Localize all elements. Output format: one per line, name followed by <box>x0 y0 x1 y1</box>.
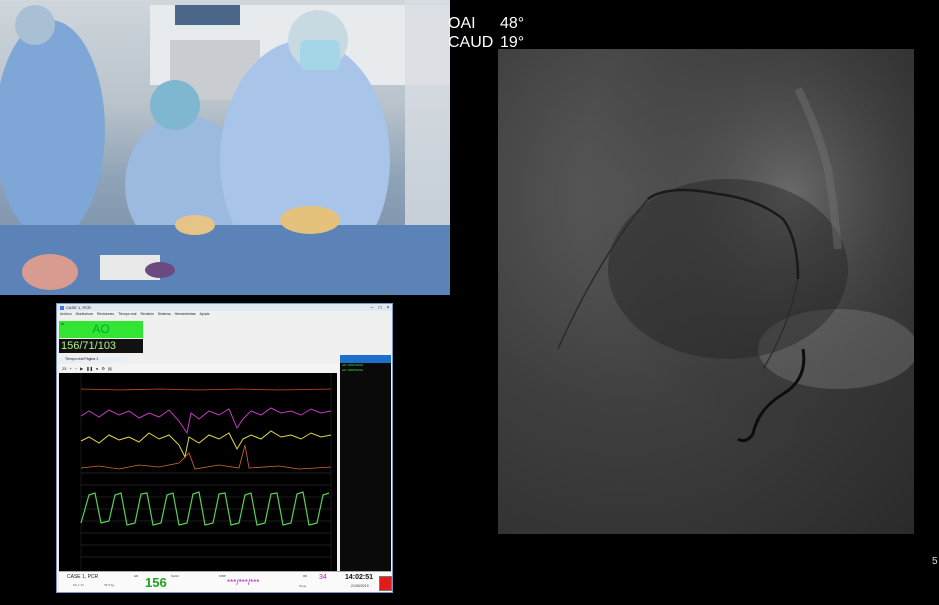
maximize-icon[interactable]: □ <box>376 305 384 311</box>
angle-value: 48° <box>500 15 525 32</box>
operating-room-scene <box>0 0 450 295</box>
patient-weight: 75.0 Kg <box>104 583 115 587</box>
blood-pressure-readout: 156/71/103 <box>59 339 143 353</box>
angle-row-oai: OAI 48° <box>448 14 524 33</box>
ao-label: AO <box>92 322 110 336</box>
settings-icon[interactable]: ⚙ <box>101 366 105 371</box>
rr-label: RR <box>303 574 308 578</box>
channel-summary-panel: AO: 156/71/103 AO: 156/70/102 <box>340 355 391 571</box>
case-name: CASE 1, PCR <box>67 574 99 580</box>
nibp-label: NIBP <box>219 574 227 578</box>
angiogram-scene <box>498 49 914 534</box>
clock-time: 14:02:51 <box>345 574 374 581</box>
menu-item[interactable]: Herramientas <box>175 312 196 316</box>
menu-bar: Archivo Monitorizar Revisiones Tiempo re… <box>57 311 392 317</box>
menu-item[interactable]: Revisión <box>140 312 153 316</box>
record-icon[interactable]: ● <box>96 366 98 371</box>
ao-pressure-tile[interactable]: P1 AO <box>59 321 143 338</box>
waveform-svg <box>80 373 332 571</box>
hr-label: HR <box>134 574 139 578</box>
angle-label: OAI <box>448 15 476 32</box>
spo2-label: SpO2 <box>171 574 179 578</box>
menu-item[interactable]: Tiempo real <box>118 312 136 316</box>
tab-realtime-page[interactable]: Tiempo real Página 1 <box>59 357 125 363</box>
nibp-value: ***/***/*** <box>227 578 260 587</box>
hemodynamic-monitor-window: CASE 1, PCR – □ × Archivo Monitorizar Re… <box>56 303 393 593</box>
alarm-indicator-icon[interactable] <box>379 576 392 591</box>
c-arm-angles-readout: OAI 48° CAUD 19° <box>448 14 524 52</box>
print-icon[interactable]: ▤ <box>108 366 112 371</box>
menu-item[interactable]: Monitorizar <box>76 312 93 316</box>
body-surface-area: SC 1.72 <box>73 583 84 587</box>
menu-item[interactable]: Sistema <box>158 312 171 316</box>
menu-item[interactable]: Archivo <box>60 312 72 316</box>
panel-header <box>340 355 391 363</box>
menu-item[interactable]: Revisiones <box>97 312 114 316</box>
waveform-toolbar: 25 + − ▶ ❚❚ ● ⚙ ▤ <box>59 364 340 372</box>
channel-line: AO: 156/70/102 <box>342 368 364 372</box>
temp-label: Temp <box>299 584 307 588</box>
clock-date: 21/05/2019 <box>351 584 369 588</box>
heart-rate-value: 156 <box>145 575 167 590</box>
respiratory-rate-value: 34 <box>319 574 327 581</box>
waveform-display <box>59 373 337 571</box>
window-title: CASE 1, PCR <box>66 305 91 310</box>
minimize-icon[interactable]: – <box>368 305 376 311</box>
window-titlebar: CASE 1, PCR – □ × <box>57 304 392 311</box>
speed-dropdown[interactable]: 25 <box>62 366 66 371</box>
angle-label: CAUD <box>448 34 494 51</box>
procedure-video-feed <box>0 0 450 295</box>
window-controls: – □ × <box>368 305 392 311</box>
close-icon[interactable]: × <box>384 305 392 311</box>
fluoroscopy-image <box>498 49 914 534</box>
menu-item[interactable]: Ayuda <box>200 312 210 316</box>
pause-icon[interactable]: ❚❚ <box>86 366 93 371</box>
vitals-status-bar: CASE 1, PCR SC 1.72 75.0 Kg HR 156 SpO2 … <box>59 571 392 592</box>
play-icon[interactable]: ▶ <box>80 366 83 371</box>
edge-marker: 5 <box>932 556 938 567</box>
zoom-out-icon[interactable]: − <box>75 366 77 371</box>
app-icon <box>60 305 64 310</box>
zoom-in-icon[interactable]: + <box>69 366 71 371</box>
